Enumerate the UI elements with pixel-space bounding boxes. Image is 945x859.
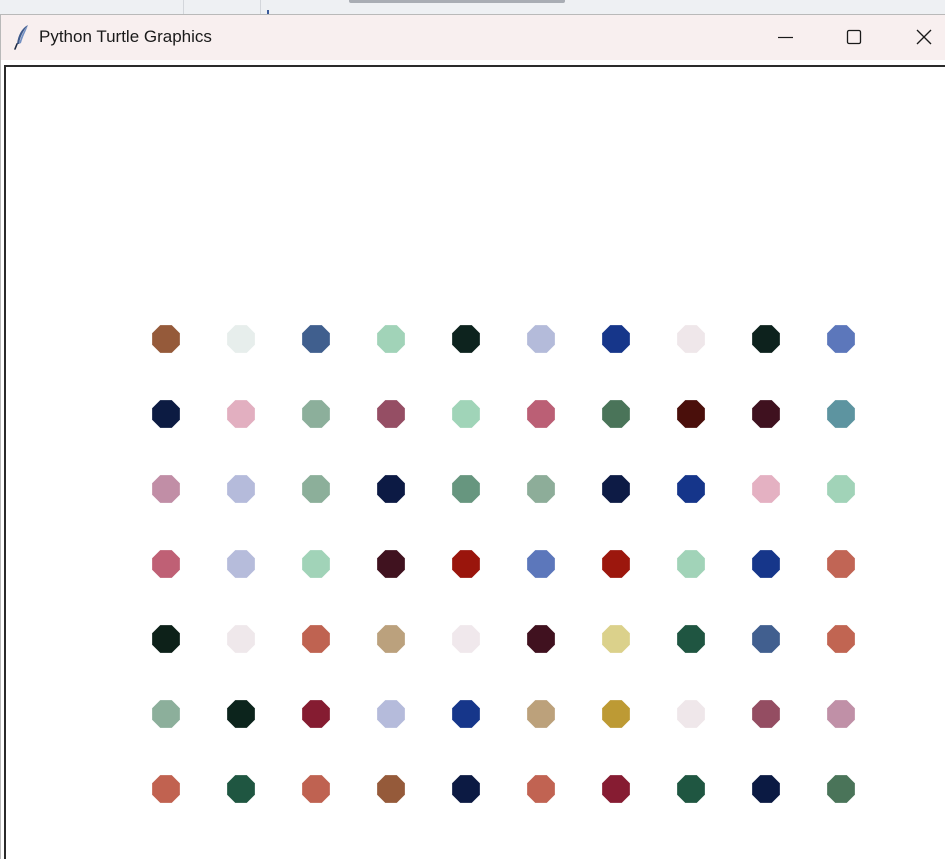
dot — [452, 700, 480, 728]
feather-icon — [12, 24, 34, 50]
dot — [827, 775, 855, 803]
dot — [527, 400, 555, 428]
dot — [227, 400, 255, 428]
dot — [152, 700, 180, 728]
close-button[interactable] — [889, 15, 945, 60]
dot — [752, 700, 780, 728]
window-title: Python Turtle Graphics — [39, 27, 212, 46]
title-bar[interactable]: Python Turtle Graphics — [1, 15, 945, 60]
dot — [377, 475, 405, 503]
dot — [602, 475, 630, 503]
dot — [752, 550, 780, 578]
dot — [377, 625, 405, 653]
dot — [827, 400, 855, 428]
dot — [152, 775, 180, 803]
dot — [152, 400, 180, 428]
dot — [602, 550, 630, 578]
dot — [602, 400, 630, 428]
dot — [377, 325, 405, 353]
close-icon — [916, 29, 932, 45]
dot — [452, 550, 480, 578]
dot — [227, 550, 255, 578]
dot — [377, 400, 405, 428]
minimize-icon — [778, 36, 793, 39]
dot — [452, 325, 480, 353]
dot — [452, 625, 480, 653]
background-divider — [183, 0, 184, 14]
maximize-icon — [846, 29, 862, 45]
dot — [752, 325, 780, 353]
dot — [302, 700, 330, 728]
dot — [452, 775, 480, 803]
dot — [677, 400, 705, 428]
maximize-button[interactable] — [819, 15, 887, 60]
background-window-strip — [0, 0, 945, 14]
turtle-canvas[interactable] — [6, 67, 945, 859]
dot — [827, 625, 855, 653]
turtle-canvas-frame — [4, 65, 945, 859]
dot — [602, 625, 630, 653]
dot — [752, 775, 780, 803]
background-divider — [260, 0, 261, 14]
dot — [302, 475, 330, 503]
dot — [677, 550, 705, 578]
dot — [527, 625, 555, 653]
dot — [152, 475, 180, 503]
dot — [677, 625, 705, 653]
dot — [377, 775, 405, 803]
dot — [677, 325, 705, 353]
dot — [377, 700, 405, 728]
dot — [227, 775, 255, 803]
dot — [677, 775, 705, 803]
dot — [527, 475, 555, 503]
dot — [602, 775, 630, 803]
dot — [827, 325, 855, 353]
minimize-button[interactable] — [750, 15, 818, 60]
dot — [227, 325, 255, 353]
dot — [302, 400, 330, 428]
turtle-window: Python Turtle Graphics — [0, 14, 945, 859]
dot — [827, 700, 855, 728]
dot — [302, 775, 330, 803]
dot — [527, 775, 555, 803]
dot — [527, 550, 555, 578]
dot — [302, 625, 330, 653]
dot — [527, 700, 555, 728]
dot — [152, 625, 180, 653]
dot — [452, 475, 480, 503]
dot — [377, 550, 405, 578]
dot — [302, 325, 330, 353]
dot — [752, 400, 780, 428]
dot — [752, 625, 780, 653]
dot — [602, 700, 630, 728]
dot — [152, 550, 180, 578]
dot — [827, 550, 855, 578]
dot — [527, 325, 555, 353]
dot — [227, 475, 255, 503]
dot — [302, 550, 330, 578]
dot — [827, 475, 855, 503]
dot — [677, 475, 705, 503]
dot — [227, 700, 255, 728]
dot — [152, 325, 180, 353]
dot — [227, 625, 255, 653]
background-scrollbar-thumb[interactable] — [349, 0, 565, 3]
dot — [602, 325, 630, 353]
dot — [452, 400, 480, 428]
dot — [752, 475, 780, 503]
dot — [677, 700, 705, 728]
